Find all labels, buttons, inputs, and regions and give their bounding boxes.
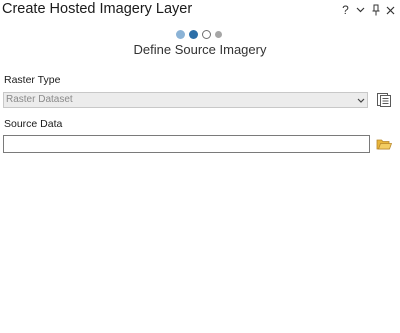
step-4-dot[interactable]	[215, 31, 222, 38]
title-bar: Create Hosted Imagery Layer ?	[0, 0, 400, 22]
step-1-dot[interactable]	[176, 30, 185, 39]
raster-type-value: Raster Dataset	[6, 94, 73, 105]
pin-button[interactable]	[368, 2, 383, 18]
chevron-down-icon	[357, 94, 365, 106]
raster-type-label: Raster Type	[4, 74, 61, 86]
options-menu-button[interactable]	[353, 2, 368, 18]
close-button[interactable]	[383, 2, 398, 18]
raster-type-properties-button[interactable]	[376, 92, 392, 108]
wizard-step-indicator	[176, 30, 226, 39]
source-data-input[interactable]	[3, 135, 370, 153]
raster-type-dropdown[interactable]: Raster Dataset	[3, 92, 368, 108]
help-button[interactable]: ?	[338, 2, 353, 18]
close-icon	[386, 6, 395, 14]
create-hosted-imagery-layer-pane: Create Hosted Imagery Layer ? Define Sou…	[0, 0, 400, 333]
pane-title: Create Hosted Imagery Layer	[2, 1, 193, 17]
step-title: Define Source Imagery	[133, 42, 267, 57]
properties-icon	[377, 93, 391, 107]
step-2-dot[interactable]	[189, 30, 198, 39]
pin-icon	[372, 4, 379, 16]
title-controls: ?	[338, 2, 398, 18]
chevron-down-icon	[356, 7, 365, 13]
source-data-label: Source Data	[4, 118, 63, 130]
step-3-dot[interactable]	[202, 30, 211, 39]
browse-button[interactable]	[376, 137, 393, 151]
folder-icon	[376, 139, 393, 150]
